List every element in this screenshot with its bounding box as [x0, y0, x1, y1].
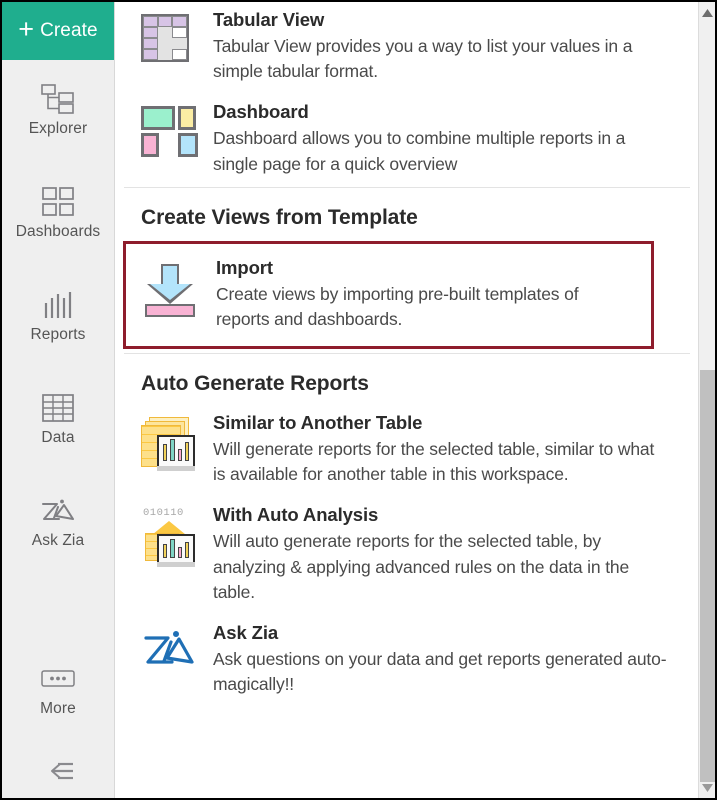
binary-digits-label: 010110	[143, 507, 184, 520]
option-description: Dashboard allows you to combine multiple…	[213, 128, 626, 174]
create-button[interactable]: + Create	[2, 2, 114, 60]
sidebar-nav: Explorer Dashboards Reports Data Ask Zia…	[2, 60, 114, 798]
section-heading: Auto Generate Reports	[141, 372, 369, 396]
reports-bars-icon	[43, 288, 73, 322]
similar-table-chart-icon	[141, 417, 197, 472]
import-highlight-box: Import Create views by importing pre-bui…	[123, 240, 654, 350]
sidebar-item-ask-zia[interactable]: Ask Zia	[2, 494, 114, 564]
collapse-sidebar-button[interactable]	[2, 748, 114, 798]
option-title: With Auto Analysis	[213, 504, 379, 526]
collapse-panel-icon	[39, 760, 77, 787]
row-body: Import Create views by importing pre-bui…	[216, 256, 633, 332]
data-table-icon	[42, 391, 74, 425]
row-icon	[144, 256, 216, 318]
auto-analysis-icon: 010110	[141, 507, 199, 568]
row-body: With Auto Analysis Will auto generate re…	[213, 503, 676, 605]
option-title: Tabular View	[213, 9, 325, 30]
option-title: Ask Zia	[213, 621, 279, 643]
row-body: Dashboard Dashboard allows you to combin…	[213, 100, 676, 176]
row-icon: 010110	[141, 503, 213, 568]
option-description: Will auto generate reports for the selec…	[213, 531, 630, 602]
sidebar-item-explorer[interactable]: Explorer	[2, 82, 114, 152]
row-body: Tabular View Tabular View provides you a…	[213, 8, 676, 84]
option-description: Tabular View provides you a way to list …	[213, 35, 633, 82]
row-icon	[141, 8, 213, 62]
chevron-up-icon	[702, 8, 713, 17]
main-content: Tabular View Tabular View provides you a…	[115, 2, 715, 798]
option-tabular-view[interactable]: Tabular View Tabular View provides you a…	[115, 2, 698, 94]
sidebar-item-dashboards[interactable]: Dashboards	[2, 185, 114, 255]
row-icon	[141, 411, 213, 472]
more-ellipsis-icon	[41, 662, 75, 696]
sidebar-item-label: Dashboards	[15, 223, 101, 240]
dashboard-icon	[141, 106, 198, 158]
option-description: Create views by importing pre-built temp…	[216, 283, 579, 329]
option-similar-to-another-table[interactable]: Similar to Another Table Will generate r…	[115, 405, 698, 497]
sidebar-item-label: Reports	[30, 326, 86, 343]
option-with-auto-analysis[interactable]: 010110 With Auto Analysis Will auto gene…	[115, 497, 698, 615]
option-import[interactable]: Import Create views by importing pre-bui…	[126, 252, 651, 336]
row-icon	[141, 621, 213, 680]
option-description: Will generate reports for the selected t…	[213, 439, 655, 485]
scroll-down-button[interactable]	[699, 779, 715, 796]
option-title: Similar to Another Table	[213, 412, 423, 434]
row-body: Similar to Another Table Will generate r…	[213, 411, 676, 487]
option-ask-zia[interactable]: Ask Zia Ask questions on your data and g…	[115, 615, 698, 707]
tabular-view-icon	[141, 14, 189, 62]
ask-zia-icon	[40, 494, 76, 528]
section-auto-generate-reports: Auto Generate Reports Similar to Another…	[115, 354, 698, 707]
sidebar-item-reports[interactable]: Reports	[2, 288, 114, 358]
explorer-tree-icon	[41, 82, 75, 116]
ask-zia-logo-icon	[141, 627, 197, 680]
left-sidebar: + Create Explorer Dashboards Reports Dat…	[2, 2, 115, 798]
sidebar-item-label: Data	[41, 429, 75, 446]
create-views-panel: + Create Explorer Dashboards Reports Dat…	[0, 0, 717, 800]
vertical-scrollbar[interactable]	[698, 2, 715, 798]
plus-icon: +	[18, 13, 35, 44]
create-button-label: Create	[40, 20, 98, 41]
scroll-content: Tabular View Tabular View provides you a…	[115, 2, 698, 798]
sidebar-item-label: Ask Zia	[31, 532, 85, 549]
row-icon	[141, 100, 213, 158]
section-create-views-from-template: Create Views from Template Import Create…	[115, 188, 698, 350]
option-dashboard[interactable]: Dashboard Dashboard allows you to combin…	[115, 94, 698, 186]
section-heading: Create Views from Template	[141, 205, 418, 229]
sidebar-item-label: More	[40, 700, 76, 717]
option-title: Import	[216, 256, 273, 278]
chevron-down-icon	[702, 783, 713, 792]
option-title: Dashboard	[213, 101, 309, 123]
sidebar-item-more[interactable]: More	[2, 662, 114, 732]
row-body: Ask Zia Ask questions on your data and g…	[213, 621, 676, 697]
sidebar-item-data[interactable]: Data	[2, 391, 114, 461]
scroll-thumb[interactable]	[700, 370, 715, 782]
sidebar-item-label: Explorer	[28, 120, 88, 137]
option-description: Ask questions on your data and get repor…	[213, 648, 667, 695]
scroll-up-button[interactable]	[699, 4, 715, 21]
dashboards-grid-icon	[42, 185, 74, 219]
import-download-icon	[144, 262, 196, 318]
